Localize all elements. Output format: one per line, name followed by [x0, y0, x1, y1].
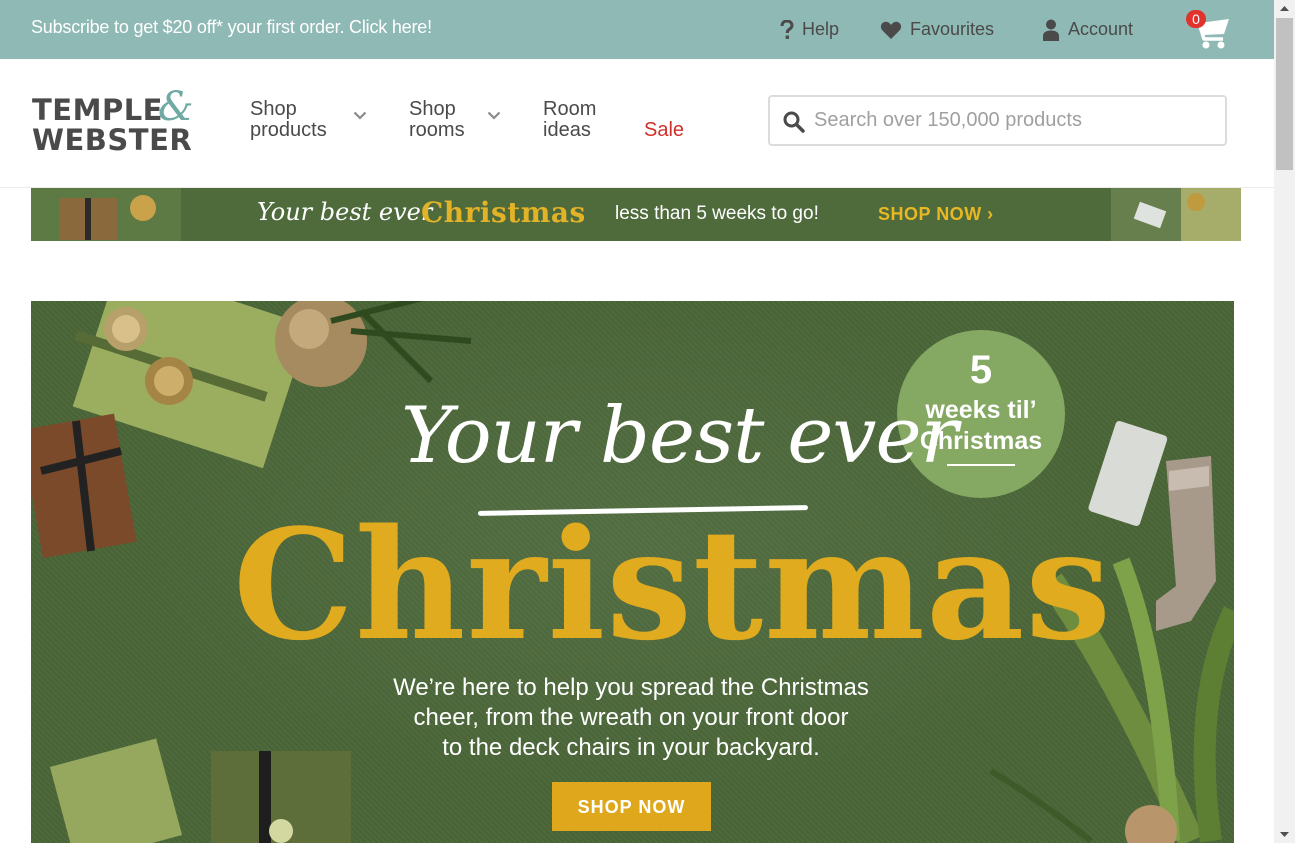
favourites-link[interactable]: Favourites — [880, 0, 994, 59]
cart-button[interactable]: 0 — [1186, 10, 1232, 50]
logo-word-temple: TEMPLE — [32, 93, 163, 127]
search-input[interactable] — [814, 97, 1214, 144]
nav-shop-rooms[interactable]: Shop rooms — [409, 98, 501, 141]
nav-shop-products-line1: Shop — [250, 98, 297, 120]
subscribe-promo-link[interactable]: Subscribe to get $20 off* your first ord… — [31, 17, 432, 38]
nav-shop-products-line2: products — [250, 119, 327, 141]
chevron-down-icon — [353, 111, 367, 120]
christmas-strip-banner[interactable]: Your best ever Christmas less than 5 wee… — [31, 188, 1241, 241]
search-icon — [783, 111, 805, 133]
scroll-up-arrow-icon[interactable] — [1274, 0, 1295, 17]
question-icon — [780, 19, 794, 39]
search-box — [768, 95, 1227, 146]
account-label: Account — [1068, 19, 1134, 39]
hero-body-line: to the deck chairs in your backyard. — [442, 734, 820, 761]
page-scrollbar[interactable] — [1274, 0, 1295, 843]
nav-shop-rooms-line2: rooms — [409, 119, 465, 141]
badge-divider — [947, 464, 1015, 466]
strip-shop-now-link[interactable]: SHOP NOW › — [878, 204, 994, 225]
help-label: Help — [802, 19, 840, 39]
nav-sale[interactable]: Sale — [644, 120, 684, 141]
strip-script-text: Your best ever — [257, 198, 433, 226]
top-utility-bar: Subscribe to get $20 off* your first ord… — [0, 0, 1274, 59]
hero-body-text: We’re here to help you spread the Christ… — [331, 673, 931, 763]
christmas-hero-banner[interactable]: 5 weeks til’ Christmas Your best ever Ch… — [31, 301, 1234, 843]
nav-room-ideas-line2: ideas — [543, 119, 591, 141]
nav-room-ideas[interactable]: Room ideas — [543, 99, 596, 141]
scroll-thumb[interactable] — [1276, 18, 1293, 170]
strip-countdown-text: less than 5 weeks to go! — [615, 203, 819, 224]
temple-webster-logo[interactable]: TEMPLE & WEBSTER — [32, 87, 198, 157]
logo-word-webster: WEBSTER — [32, 123, 193, 157]
hero-script-heading: Your best ever — [401, 391, 958, 481]
nav-shop-products[interactable]: Shop products — [250, 98, 367, 141]
hero-shop-now-button[interactable]: SHOP NOW — [552, 782, 711, 831]
badge-number: 5 — [969, 348, 993, 392]
person-icon — [1043, 19, 1059, 41]
hero-body-line: We’re here to help you spread the Christ… — [393, 674, 869, 701]
hero-christmas-heading: Christmas — [233, 495, 1112, 674]
nav-room-ideas-line1: Room — [543, 98, 597, 120]
heart-icon — [880, 21, 902, 39]
scroll-down-arrow-icon[interactable] — [1274, 826, 1295, 843]
logo-ampersand: & — [158, 84, 194, 130]
favourites-label: Favourites — [910, 19, 995, 39]
site-header: TEMPLE & WEBSTER Shop products Shop room… — [0, 59, 1274, 188]
hero-body-line: cheer, from the wreath on your front doo… — [413, 704, 849, 731]
chevron-down-icon — [487, 111, 501, 120]
account-link[interactable]: Account — [1042, 0, 1133, 59]
help-link[interactable]: Help — [780, 0, 839, 59]
nav-shop-rooms-line1: Shop — [409, 98, 456, 120]
strip-christmas-text: Christmas — [421, 196, 586, 229]
cart-count-badge: 0 — [1186, 10, 1206, 28]
